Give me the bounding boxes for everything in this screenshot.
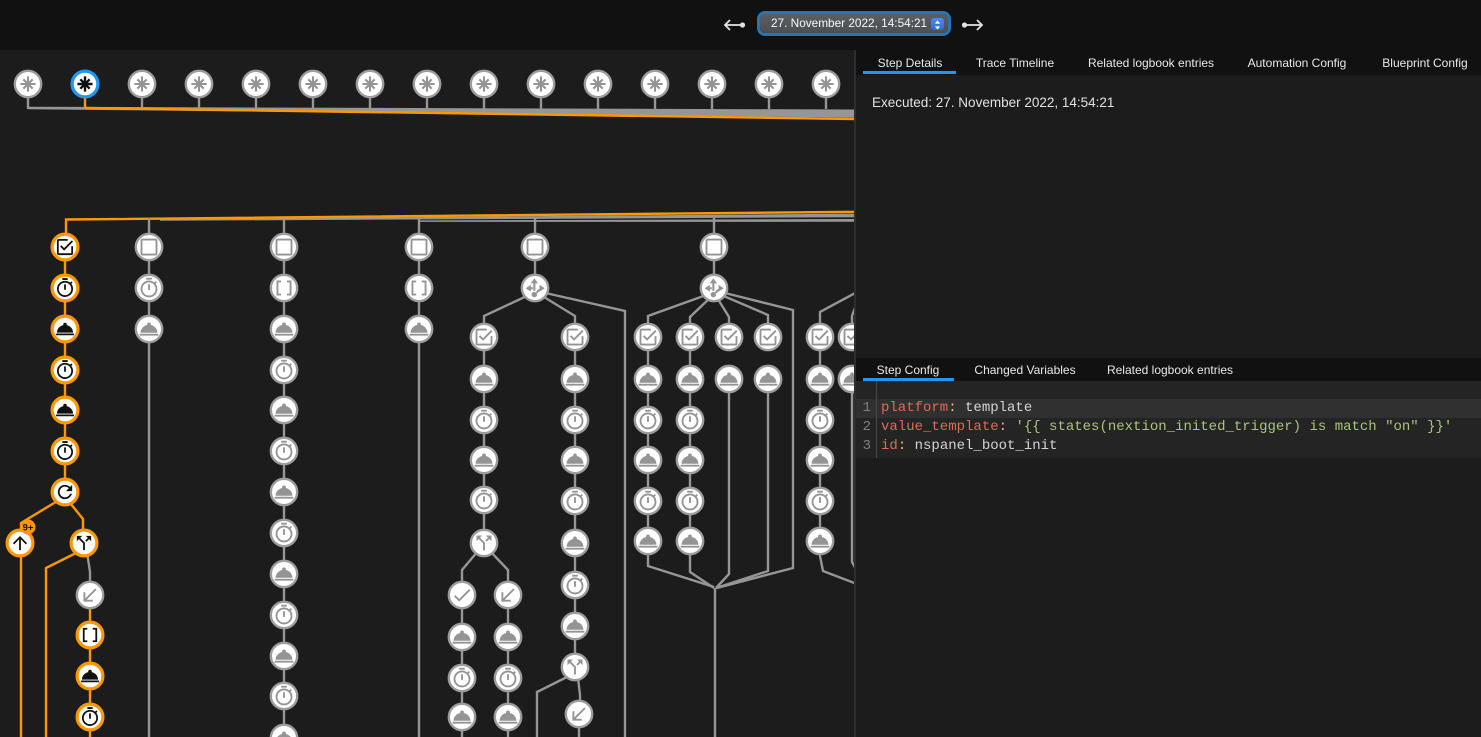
svg-text:9+: 9+ [23, 522, 34, 533]
